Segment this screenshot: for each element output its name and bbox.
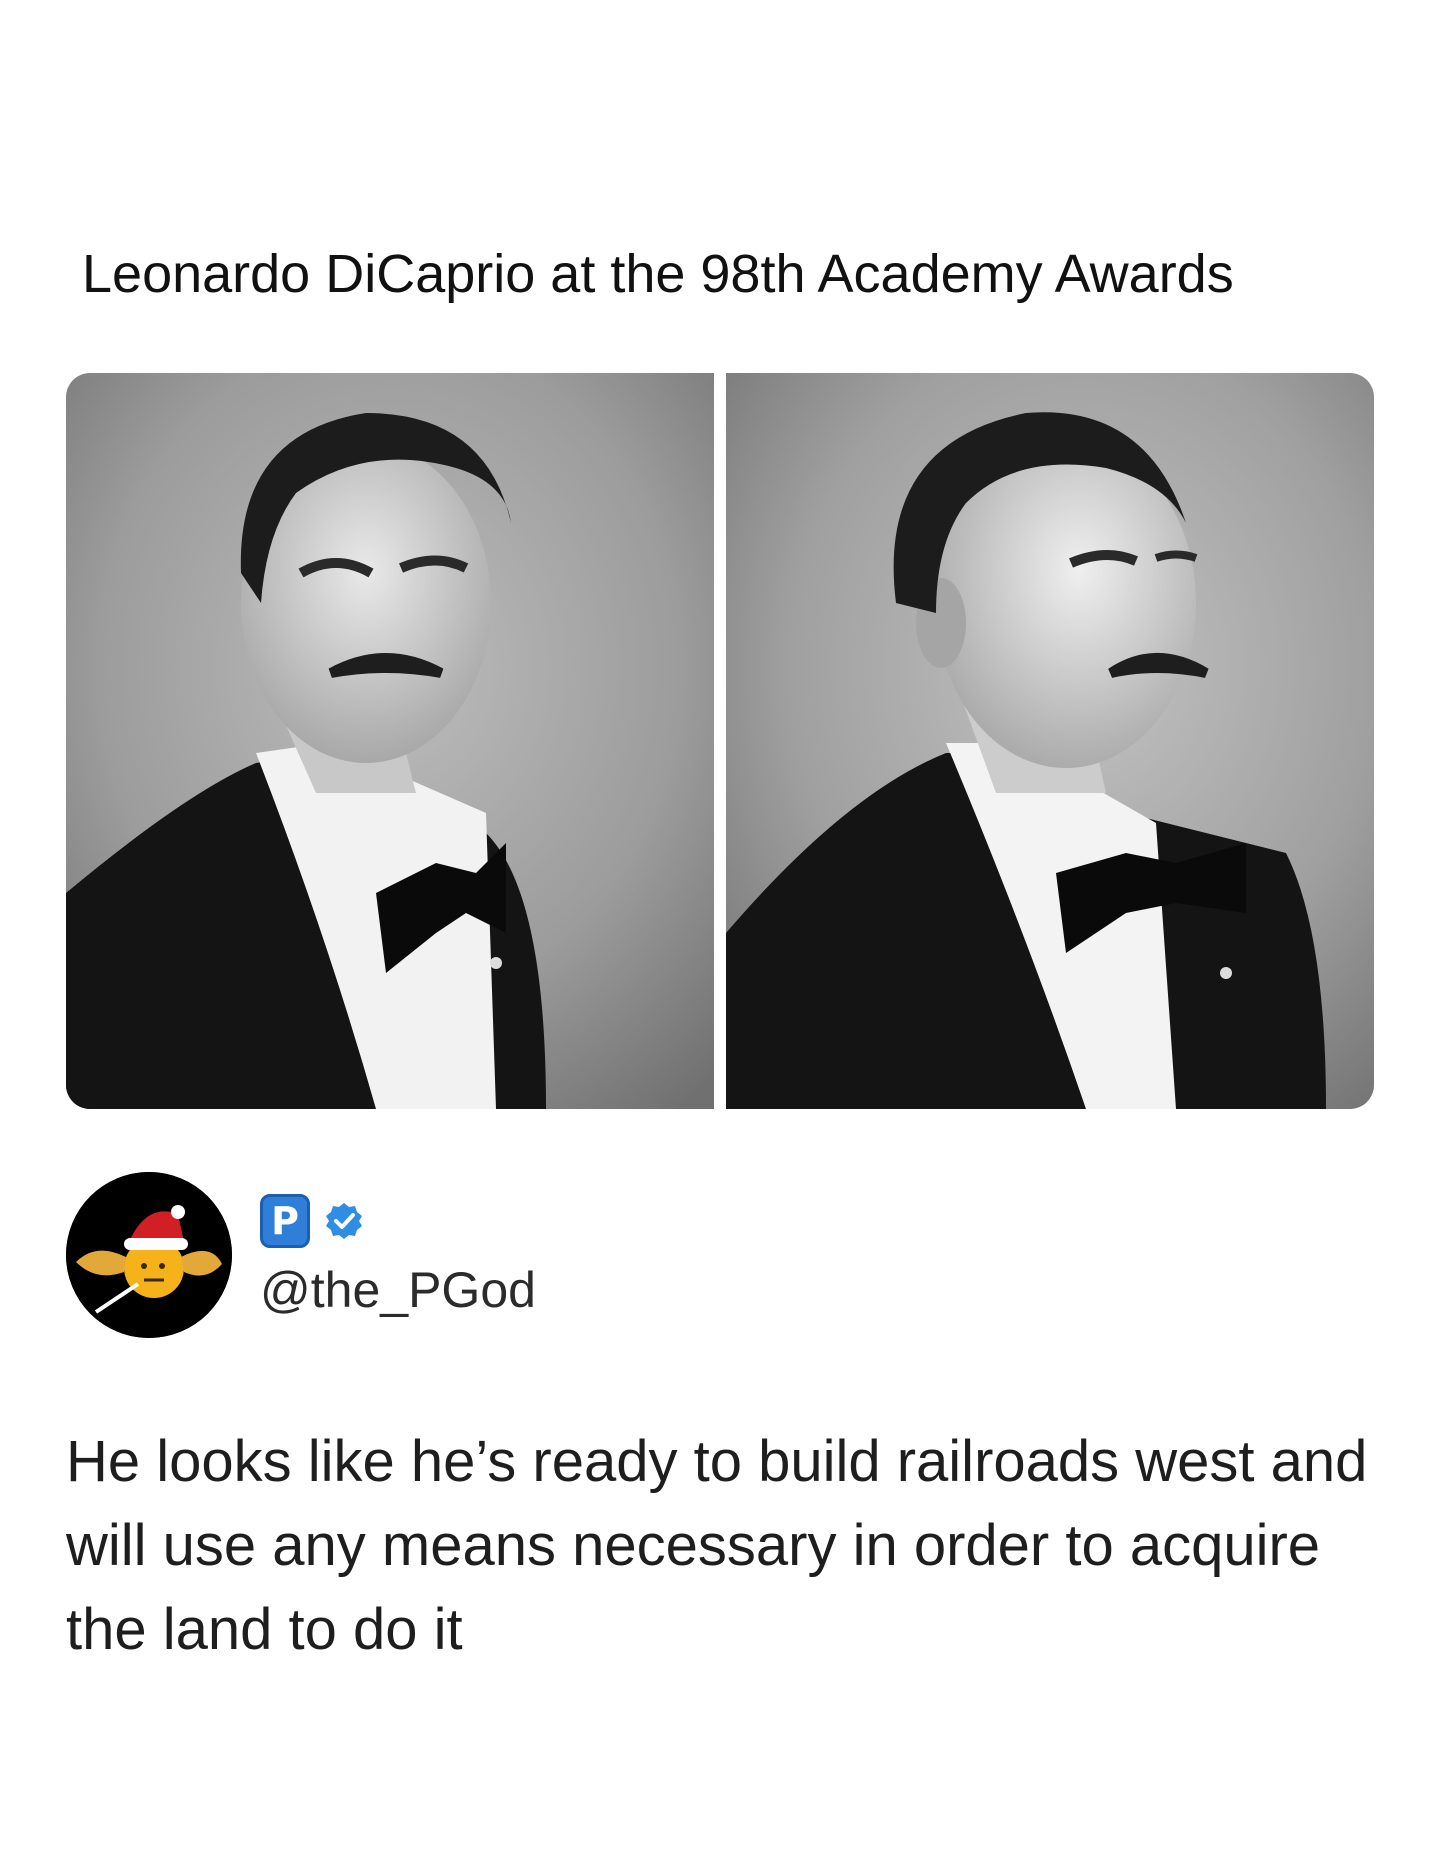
avatar[interactable]	[66, 1172, 232, 1338]
avatar-image	[66, 1172, 232, 1338]
verified-check-icon	[326, 1203, 362, 1239]
author-name-row: P	[260, 1194, 364, 1248]
post-body: He looks like he’s ready to build railro…	[66, 1429, 1368, 1662]
headline: Leonardo DiCaprio at the 98th Academy Aw…	[82, 244, 1234, 304]
photo-left-image	[66, 373, 714, 1109]
photo-grid	[66, 373, 1374, 1109]
photo-right[interactable]	[726, 373, 1374, 1109]
author-badge[interactable]: P	[260, 1194, 310, 1248]
author-block: P @the_PGod	[66, 1172, 966, 1342]
author-handle[interactable]: @the_PGod	[260, 1260, 536, 1320]
photo-right-image	[726, 373, 1374, 1109]
photo-left[interactable]	[66, 373, 714, 1109]
